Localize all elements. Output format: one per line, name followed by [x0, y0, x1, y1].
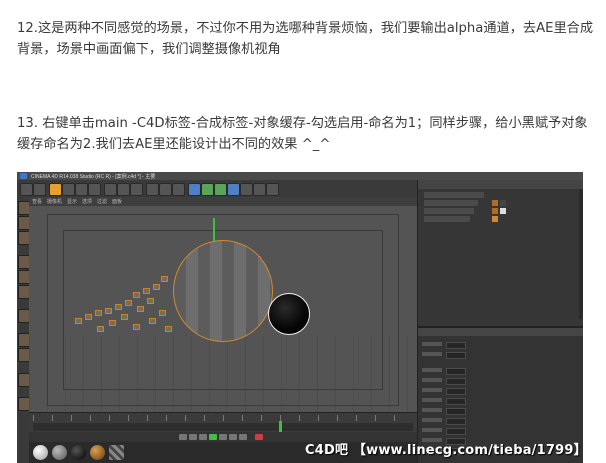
- cinema4d-app-icon: [20, 173, 27, 179]
- attribute-row: [422, 378, 572, 385]
- fracture-piece: [153, 284, 160, 290]
- previous-frame-icon: [199, 434, 207, 440]
- fracture-piece: [109, 320, 116, 326]
- fracture-piece: [125, 300, 132, 306]
- nurbs-icon: [201, 183, 214, 196]
- material-black-swatch: [71, 445, 86, 460]
- redo-icon: [33, 183, 46, 196]
- object-row: [424, 208, 474, 214]
- next-key-icon: [229, 434, 237, 440]
- light-icon: [266, 183, 279, 196]
- timeline-playhead[interactable]: [279, 421, 282, 432]
- step-12-text: 12.这是两种不同感觉的场景，不过你不用为选哪种背景烦恼，我们要输出alpha通…: [17, 21, 594, 57]
- y-axis-lock-icon: [117, 183, 130, 196]
- fracture-piece: [149, 318, 156, 324]
- z-axis-lock-icon: [130, 183, 143, 196]
- viewport-menu-camera: 摄像机: [47, 199, 63, 205]
- fracture-piece: [105, 308, 112, 314]
- select-tool-icon: [49, 183, 62, 196]
- render-picture-viewer-icon: [159, 183, 172, 196]
- go-to-end-icon: [239, 434, 247, 440]
- texture-tag-icon: [500, 208, 506, 214]
- window-controls: [557, 173, 581, 188]
- record-key-icon: [255, 434, 263, 440]
- article-content: 12.这是两种不同感觉的场景，不过你不用为选哪种背景烦恼，我们要输出alpha通…: [0, 0, 606, 463]
- cube-primitive-icon: [188, 183, 201, 196]
- fracture-piece: [159, 310, 166, 316]
- fracture-piece: [95, 310, 102, 316]
- previous-key-icon: [189, 434, 197, 440]
- fracture-piece: [75, 318, 82, 324]
- attribute-row: [422, 428, 572, 435]
- object-manager-menu: [418, 180, 583, 189]
- rotate-tool-icon: [88, 183, 101, 196]
- object-row: [424, 200, 478, 206]
- fracture-piece: [133, 292, 140, 298]
- small-black-sphere-object: [268, 293, 310, 335]
- environment-icon: [240, 183, 253, 196]
- viewport-menu-filter: 过滤: [97, 199, 108, 205]
- viewport-menu-options: 选项: [82, 199, 93, 205]
- fracture-piece: [133, 324, 140, 330]
- object-row: [424, 216, 470, 222]
- right-manager-panel: [417, 180, 583, 463]
- fracture-piece: [97, 326, 104, 332]
- c4d-screenshot-image: CINEMA 4D R14.038 Studio (RC R) - [案例.c4…: [17, 172, 583, 463]
- material-checker-swatch: [109, 445, 124, 460]
- main-sphere-object: [173, 240, 273, 342]
- undo-icon: [20, 183, 33, 196]
- next-frame-icon: [219, 434, 227, 440]
- render-settings-icon: [172, 183, 185, 196]
- window-titlebar: CINEMA 4D R14.038 Studio (RC R) - [案例.c4…: [17, 172, 583, 188]
- step-13-text: 13. 右键单击main -C4D标签-合成标签-对象缓存-勾选启用-命名为1；…: [17, 116, 588, 152]
- fracture-piece: [121, 314, 128, 320]
- x-axis-lock-icon: [104, 183, 117, 196]
- object-manager-scrollbar: [579, 189, 583, 319]
- viewport-menu-display: 显示: [67, 199, 78, 205]
- play-icon: [209, 434, 217, 440]
- go-to-start-icon: [179, 434, 187, 440]
- attribute-tabs: [418, 328, 583, 336]
- fracture-piece: [115, 304, 122, 310]
- camera-icon: [253, 183, 266, 196]
- fracture-piece: [137, 306, 144, 312]
- material-grey-swatch: [52, 445, 67, 460]
- attribute-row: [422, 352, 572, 359]
- animation-timeline[interactable]: [29, 412, 417, 433]
- attribute-row: [422, 408, 572, 415]
- fracture-piece: [147, 298, 154, 304]
- fracture-tag-icon: [492, 216, 498, 222]
- viewport-menu-view: 查看: [32, 199, 43, 205]
- scale-tool-icon: [75, 183, 88, 196]
- attribute-row: [422, 398, 572, 405]
- watermark-text: C4D吧 【www.linecg.com/tieba/1799】: [305, 443, 583, 458]
- deformer-icon: [227, 183, 240, 196]
- 3d-viewport: [29, 206, 417, 412]
- attribute-row: [422, 368, 572, 375]
- render-view-icon: [146, 183, 159, 196]
- timeline-track[interactable]: [33, 423, 413, 431]
- fracture-piece: [143, 288, 150, 294]
- left-mode-toolbar: [17, 197, 30, 463]
- move-tool-icon: [62, 183, 75, 196]
- object-row: [424, 192, 484, 198]
- texture-tag-icon: [500, 200, 506, 206]
- compositing-tag-icon: [492, 200, 498, 206]
- fracture-piece: [161, 276, 168, 282]
- viewport-menu-panel: 面板: [112, 199, 123, 205]
- spline-icon: [214, 183, 227, 196]
- timeline-ruler: [33, 415, 413, 421]
- compositing-tag-icon: [492, 208, 498, 214]
- material-white-swatch: [33, 445, 48, 460]
- material-orange-swatch: [90, 445, 105, 460]
- fracture-piece: [165, 326, 172, 332]
- attribute-row: [422, 418, 572, 425]
- viewport-menu-bar: 查看 摄像机 显示 选项 过滤 面板: [29, 197, 417, 206]
- attribute-row: [422, 388, 572, 395]
- window-title: CINEMA 4D R14.038 Studio (RC R) - [案例.c4…: [31, 174, 156, 180]
- attribute-row: [422, 342, 572, 349]
- main-toolbar: [17, 180, 417, 198]
- fracture-piece: [85, 314, 92, 320]
